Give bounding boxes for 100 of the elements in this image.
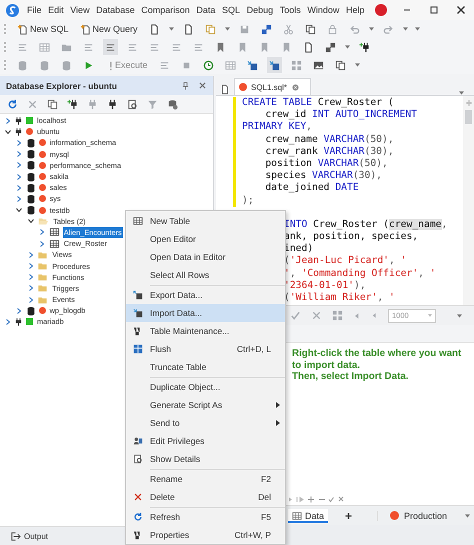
menu-item[interactable]: SQL bbox=[222, 5, 240, 15]
dropdown-caret-icon[interactable] bbox=[414, 27, 420, 31]
menu-item[interactable]: Open Editor bbox=[126, 230, 285, 248]
menu-item[interactable]: Rename F2 bbox=[126, 470, 285, 488]
new-query-button[interactable]: New Query bbox=[78, 21, 140, 37]
collapse-chevron-icon[interactable] bbox=[27, 217, 34, 226]
split-icon[interactable] bbox=[464, 99, 472, 107]
menu-item[interactable]: Duplicate Object... bbox=[126, 378, 285, 396]
close-icon bbox=[454, 4, 466, 16]
format-button[interactable] bbox=[103, 39, 118, 55]
code-line: ', 'Commanding Officer', ' bbox=[284, 268, 437, 280]
menu-item[interactable]: Send to bbox=[126, 414, 285, 432]
menu-item[interactable]: Select All Rows bbox=[126, 266, 285, 284]
menu-item[interactable]: Edit Privileges bbox=[126, 432, 285, 450]
delete-icon[interactable] bbox=[27, 98, 38, 110]
new-sql-button[interactable]: New SQL bbox=[15, 21, 71, 37]
folder-icon bbox=[37, 261, 48, 272]
code-line: crew_id INT AUTO_INCREMENT bbox=[264, 109, 417, 122]
collapse-chevron-icon[interactable] bbox=[16, 206, 23, 214]
expand-chevron-icon[interactable] bbox=[27, 262, 34, 270]
menu-item[interactable]: Refresh F5 bbox=[126, 508, 285, 526]
dropdown-caret-icon[interactable] bbox=[465, 514, 470, 518]
database-icon bbox=[26, 138, 36, 148]
expand-chevron-icon[interactable] bbox=[16, 306, 23, 315]
database-icon bbox=[26, 149, 36, 160]
menu-item[interactable]: Tools bbox=[280, 5, 301, 15]
dropdown-caret-icon[interactable] bbox=[368, 27, 374, 31]
menu-item[interactable]: Edit bbox=[48, 5, 64, 15]
output-tab[interactable]: Output bbox=[10, 530, 48, 542]
scrollbar[interactable] bbox=[463, 96, 474, 305]
scroll-thumb[interactable] bbox=[465, 110, 472, 124]
editor-tab[interactable]: SQL1.sql* bbox=[234, 78, 312, 95]
database-icon bbox=[17, 60, 28, 70]
code-line: '2364-01-01'), bbox=[284, 280, 367, 292]
menu-item[interactable]: File bbox=[27, 5, 42, 15]
menu-item[interactable]: Window bbox=[307, 5, 340, 15]
cut-icon bbox=[282, 24, 294, 34]
close-icon[interactable] bbox=[198, 81, 207, 90]
menu-item[interactable]: Generate Script As bbox=[126, 396, 285, 414]
menu-item[interactable]: Export Data... bbox=[126, 286, 285, 304]
import-icon bbox=[246, 60, 258, 70]
check-icon[interactable] bbox=[290, 310, 301, 321]
expand-chevron-icon[interactable] bbox=[27, 250, 34, 259]
menu-item[interactable]: Help bbox=[346, 5, 364, 15]
expand-chevron-icon[interactable] bbox=[38, 240, 46, 248]
menu-item[interactable]: View bbox=[70, 5, 90, 15]
import-icon bbox=[268, 60, 280, 70]
menu-item[interactable]: Show Details bbox=[126, 450, 285, 468]
plug-icon[interactable] bbox=[107, 98, 118, 110]
table-icon bbox=[48, 238, 60, 249]
expand-chevron-icon[interactable] bbox=[16, 138, 23, 147]
dropdown-caret-icon[interactable] bbox=[224, 27, 230, 31]
close-icon[interactable] bbox=[291, 82, 300, 92]
undo-icon bbox=[348, 24, 360, 34]
dropdown-caret-icon[interactable] bbox=[402, 27, 408, 31]
import-button[interactable] bbox=[266, 57, 282, 73]
expand-chevron-icon[interactable] bbox=[4, 116, 11, 125]
menu-item[interactable]: Database bbox=[96, 5, 135, 15]
document-icon bbox=[303, 42, 314, 52]
pin-icon[interactable] bbox=[181, 80, 190, 90]
dropdown-caret-icon[interactable] bbox=[457, 314, 462, 318]
expand-chevron-icon[interactable] bbox=[27, 273, 34, 282]
refresh-icon[interactable] bbox=[7, 98, 18, 110]
details-icon[interactable] bbox=[127, 98, 138, 110]
lock-icon bbox=[326, 24, 338, 34]
data-tab[interactable]: Data bbox=[288, 508, 328, 522]
add-tab-button[interactable]: + bbox=[342, 508, 356, 522]
menu-item[interactable]: Debug bbox=[246, 5, 274, 15]
expand-chevron-icon[interactable] bbox=[16, 172, 23, 181]
copy-icon[interactable] bbox=[47, 98, 58, 110]
code-line: INTO Crew_Roster (crew_name, bbox=[284, 218, 448, 232]
menu-item[interactable]: Truncate Table bbox=[126, 358, 285, 376]
expand-chevron-icon[interactable] bbox=[38, 228, 46, 236]
menu-item[interactable]: Delete Del bbox=[126, 488, 285, 506]
expand-chevron-icon[interactable] bbox=[16, 194, 23, 203]
plug-icon bbox=[14, 316, 23, 327]
menu-item[interactable]: New Table bbox=[126, 212, 285, 230]
expand-chevron-icon[interactable] bbox=[4, 318, 11, 326]
expand-chevron-icon[interactable] bbox=[27, 284, 34, 292]
expand-chevron-icon[interactable] bbox=[16, 150, 23, 158]
expand-chevron-icon[interactable] bbox=[16, 184, 23, 192]
plug-icon[interactable] bbox=[67, 98, 78, 110]
collapse-chevron-icon[interactable] bbox=[4, 128, 11, 136]
menu-item[interactable]: Data bbox=[196, 5, 216, 15]
table-icon bbox=[48, 227, 60, 238]
menu-item[interactable]: Comparison bbox=[141, 5, 190, 15]
expand-chevron-icon[interactable] bbox=[16, 161, 23, 170]
avatar-icon[interactable] bbox=[375, 4, 387, 16]
new-document-icon bbox=[17, 24, 28, 34]
connection-label[interactable]: Production bbox=[404, 510, 447, 520]
expand-chevron-icon[interactable] bbox=[27, 296, 34, 304]
dropdown-caret-icon[interactable] bbox=[345, 45, 350, 49]
dropdown-caret-icon[interactable] bbox=[168, 27, 174, 31]
menu-item[interactable]: Open Data in Editor bbox=[126, 248, 285, 266]
menu-item[interactable]: Table Maintenance... bbox=[126, 322, 285, 340]
dropdown-caret-icon[interactable] bbox=[354, 63, 360, 67]
menu-item[interactable]: Flush Ctrl+D, L bbox=[126, 340, 285, 358]
menu-item[interactable]: Properties Ctrl+W, P bbox=[126, 526, 285, 544]
menu-item[interactable]: Import Data... bbox=[126, 304, 285, 322]
filter-icon[interactable] bbox=[147, 98, 158, 110]
